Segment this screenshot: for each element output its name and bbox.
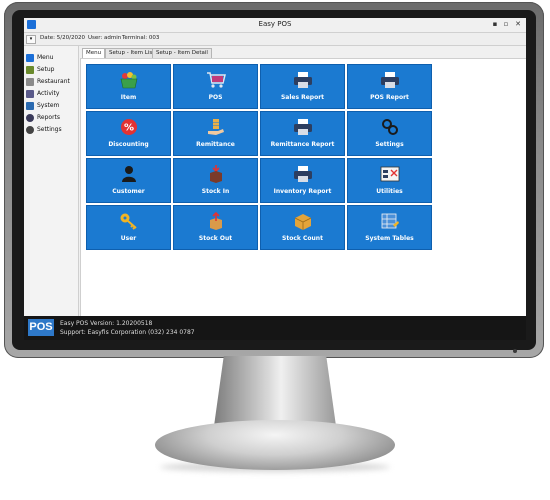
support-text: Support: Easyfis Corporation (032) 234 0… [60,329,195,336]
sidebar-item-label: Setup [37,66,55,73]
basket-icon [120,72,137,89]
stock-in-tile[interactable]: Stock In [173,158,258,203]
title-bar: Easy POS ▪ ▫ ✕ [24,18,526,33]
menu-panel: Item POS Sales Report POS Report % Disco… [80,58,526,318]
window-title: Easy POS [258,20,292,28]
printer-icon [380,72,399,88]
pos-icon [26,54,34,62]
box-in-icon [209,165,222,183]
pos-logo: POS [28,319,54,336]
activity-icon [26,90,34,98]
sidebar-item-menu[interactable]: Menu [26,52,76,64]
status-footer: POS Easy POS Version: 1.20200518 Support… [24,316,526,340]
sidebar-item-label: Settings [37,126,62,133]
customer-tile[interactable]: Customer [86,158,171,203]
sidebar: Menu Setup Restaurant Activity System Re… [24,46,79,316]
tile-label: Settings [375,141,404,148]
tile-label: Remittance [196,141,235,148]
sidebar-item-setup[interactable]: Setup [26,64,76,76]
stock-count-tile[interactable]: Stock Count [260,205,345,250]
sidebar-item-label: Menu [37,54,54,61]
reports-icon [26,114,34,122]
sidebar-item-settings[interactable]: Settings [26,124,76,136]
tile-label: Stock Count [282,235,323,242]
sales-report-tile[interactable]: Sales Report [260,64,345,109]
tile-label: Inventory Report [273,188,332,195]
monitor-stand-base [155,420,395,470]
svg-text:%: % [123,123,133,134]
tile-label: System Tables [365,235,414,242]
tile-label: Sales Report [280,94,325,101]
inventory-report-tile[interactable]: Inventory Report [260,158,345,203]
person-icon [121,166,136,182]
app-window: Easy POS ▪ ▫ ✕ ▾ Date: 5/20/2020 User: a… [24,18,526,340]
tile-label: Utilities [376,188,403,195]
power-indicator [513,349,517,353]
status-line: ▾ Date: 5/20/2020 User: admin Terminal: … [24,33,526,46]
tile-label: Stock Out [198,235,233,242]
tab-bar: Menu Setup - Item List Setup - Item Deta… [80,46,526,59]
utilities-icon [380,166,399,182]
sidebar-item-label: Restaurant [37,78,70,85]
system-icon [26,102,34,110]
stock-out-tile[interactable]: Stock Out [173,205,258,250]
remittance-tile[interactable]: Remittance [173,111,258,156]
remittance-report-tile[interactable]: Remittance Report [260,111,345,156]
restaurant-icon [26,78,34,86]
printer-icon [293,72,312,88]
box-count-icon [294,214,311,230]
user-label: User: admin [88,35,122,41]
tile-label: POS Report [370,94,409,101]
settings-icon [26,126,34,134]
sidebar-item-label: Reports [37,114,61,121]
sidebar-item-system[interactable]: System [26,100,76,112]
setup-icon [26,66,34,74]
printer-icon [293,166,312,182]
terminal-label: Terminal: 003 [122,35,160,41]
sidebar-item-label: System [37,102,60,109]
tile-label: Item [120,94,137,101]
pos-report-tile[interactable]: POS Report [347,64,432,109]
discounting-tile[interactable]: % Discounting [86,111,171,156]
version-text: Easy POS Version: 1.20200518 [60,320,153,327]
tile-label: Customer [112,188,145,195]
user-tile[interactable]: User [86,205,171,250]
key-icon [120,213,137,230]
sidebar-item-reports[interactable]: Reports [26,112,76,124]
utilities-tile[interactable]: Utilities [347,158,432,203]
sidebar-item-activity[interactable]: Activity [26,88,76,100]
minimize-button[interactable]: ▪ [490,19,500,30]
box-out-icon [209,212,222,230]
tile-label: User [120,235,137,242]
percent-icon: % [120,119,137,135]
monitor-stand-neck [214,356,336,426]
dropdown-toggle-icon[interactable]: ▾ [26,35,36,44]
pos-tile[interactable]: POS [173,64,258,109]
tile-label: Remittance Report [270,141,335,148]
gears-icon [381,119,398,135]
settings-tile[interactable]: Settings [347,111,432,156]
tile-label: Discounting [108,141,149,148]
close-button[interactable]: ✕ [513,19,523,30]
cart-icon [206,72,226,88]
tile-label: Stock In [201,188,230,195]
tile-label: POS [208,94,223,101]
money-hand-icon [207,119,224,135]
system-tables-tile[interactable]: System Tables [347,205,432,250]
sidebar-item-label: Activity [37,90,60,97]
printer-icon [293,119,312,135]
tables-icon [381,213,399,229]
item-tile[interactable]: Item [86,64,171,109]
sidebar-item-restaurant[interactable]: Restaurant [26,76,76,88]
date-label: Date: 5/20/2020 [40,35,85,41]
maximize-button[interactable]: ▫ [501,19,511,30]
